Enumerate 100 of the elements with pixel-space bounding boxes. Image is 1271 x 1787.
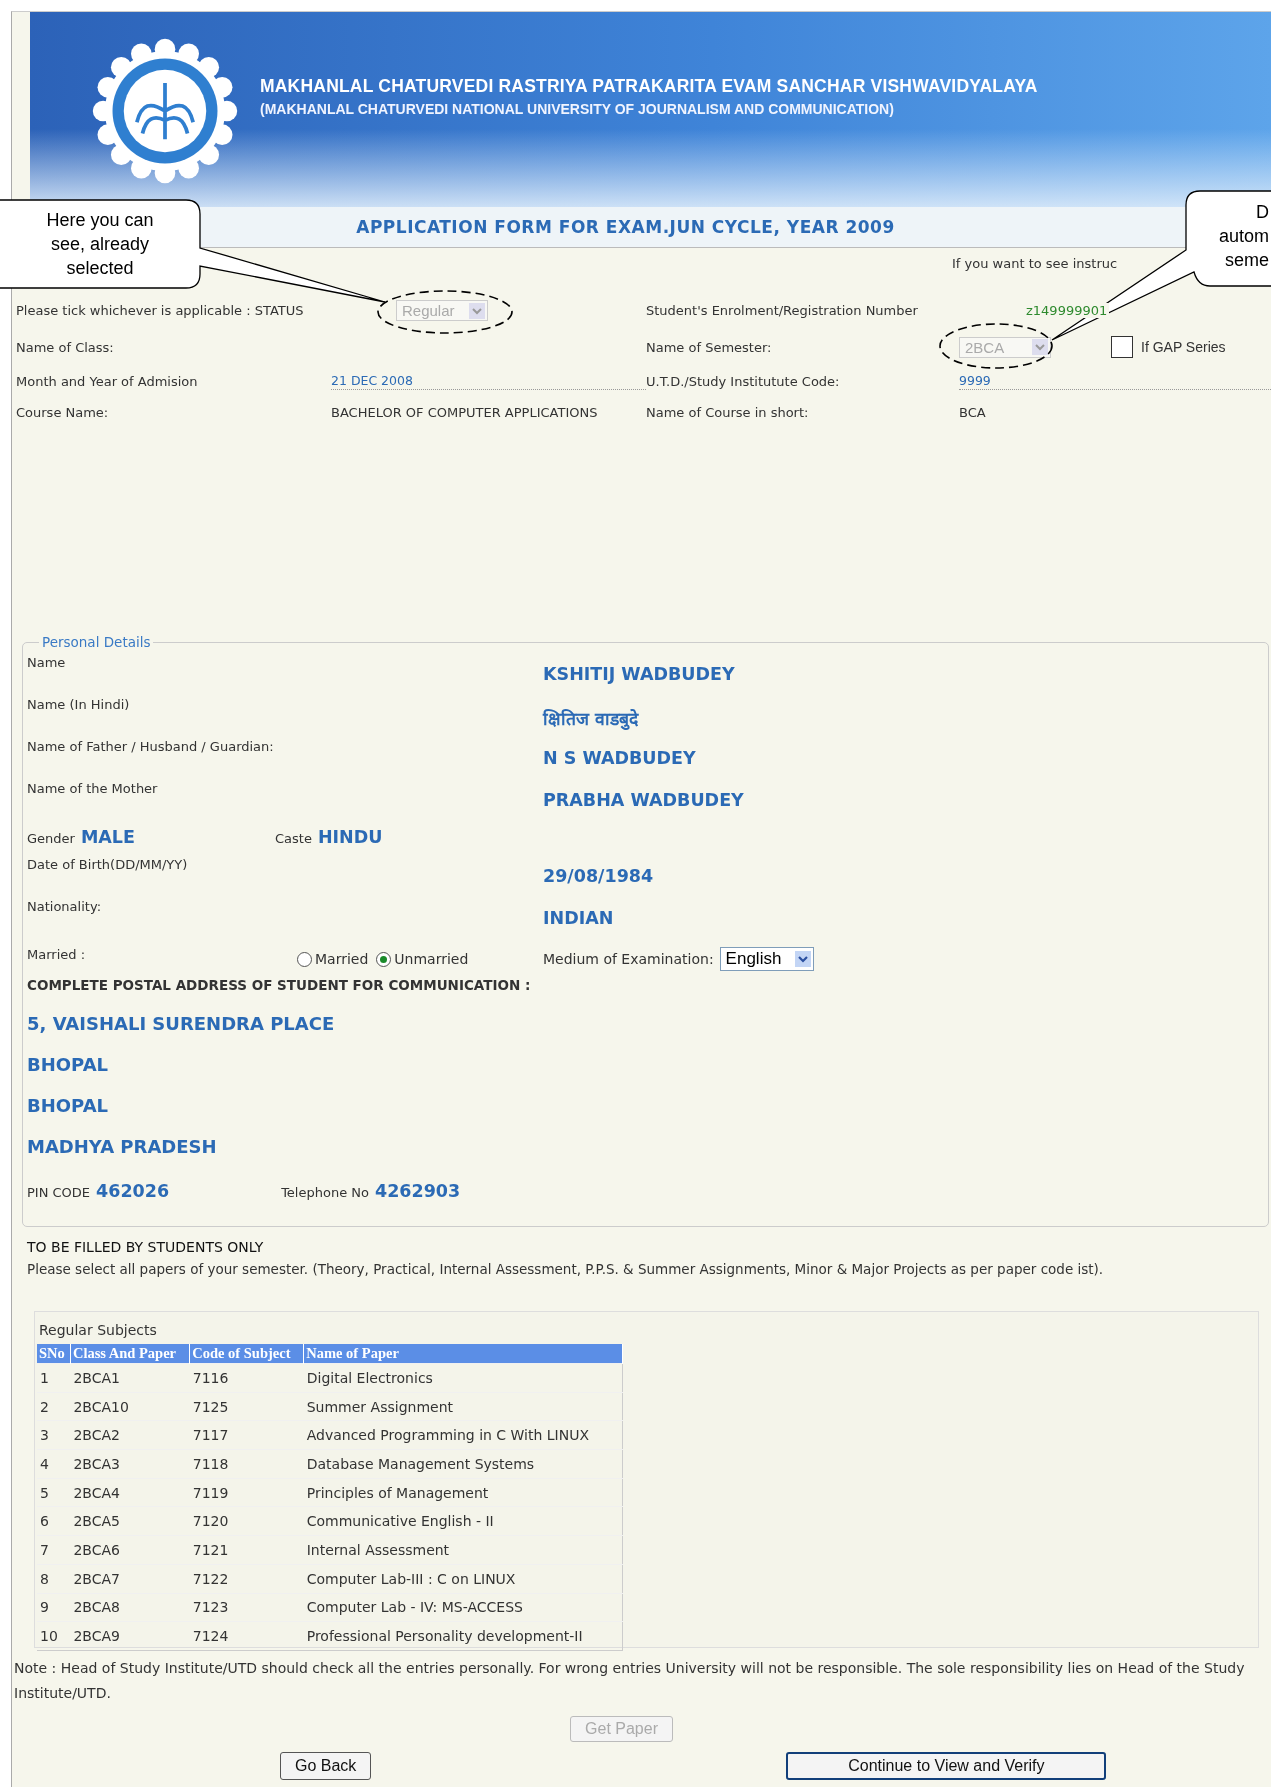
table-cell: 2BCA9 [70, 1621, 190, 1651]
table-cell: 10 [37, 1621, 71, 1651]
table-cell: 2 [37, 1392, 71, 1421]
married-status-radio[interactable]: Married [297, 951, 369, 967]
table-cell: Summer Assignment [303, 1392, 623, 1421]
note-text: Note : Head of Study Institute/UTD should check all the entries personally. For wrong entries University will not be responsible. The sole responsibility lies on Head of the Study Institute/UTD. [14, 1659, 1246, 1703]
telephone-label: Telephone No [281, 1185, 369, 1200]
gender-label: Gender [27, 831, 75, 846]
table-cell: 7118 [189, 1449, 304, 1479]
field-value: 29/08/1984 [543, 865, 655, 888]
caste-label: Caste [275, 831, 312, 846]
address-line: BHOPAL [27, 1054, 110, 1077]
form-title: APPLICATION FORM FOR EXAM.JUN CYCLE, YEAR 2009 [356, 217, 895, 237]
field-value: N S WADBUDEY [543, 747, 697, 770]
field-label: Month and Year of Admision [16, 374, 199, 389]
field-label: Date of Birth(DD/MM/YY) [27, 857, 189, 874]
table-cell: 7116 [189, 1363, 304, 1393]
table-cell: Internal Assessment [303, 1535, 623, 1565]
table-cell: 2BCA4 [70, 1478, 190, 1507]
table-cell: 2BCA2 [70, 1420, 190, 1450]
table-cell: 2BCA3 [70, 1449, 190, 1479]
panel-legend: Personal Details [39, 634, 154, 650]
table-cell: 6 [37, 1506, 71, 1536]
institute-code: 9999 [959, 373, 991, 388]
medium-select[interactable]: English [719, 947, 814, 971]
field-value: KSHITIJ WADBUDEY [543, 663, 736, 686]
married-status-radio[interactable]: Unmarried [376, 951, 469, 967]
caste-value: HINDU [317, 827, 383, 847]
course-short-name: BCA [959, 405, 987, 420]
table-cell: 2BCA6 [70, 1535, 190, 1565]
pin-code-label: PIN CODE [27, 1185, 91, 1200]
enrolment-number: z149999901 [1024, 303, 1110, 318]
table-cell: 7125 [189, 1392, 304, 1421]
field-label: Name [27, 655, 67, 672]
gap-series-checkbox[interactable] [1111, 336, 1133, 358]
table-cell: Computer Lab - IV: MS-ACCESS [303, 1593, 623, 1622]
table-cell: 3 [37, 1420, 71, 1450]
table-cell: 9 [37, 1593, 71, 1622]
field-label: Please tick whichever is applicable : STATUS [16, 303, 305, 318]
table-cell: 2BCA10 [70, 1392, 190, 1421]
address-heading: COMPLETE POSTAL ADDRESS OF STUDENT FOR COMMUNICATION : [27, 977, 532, 995]
table-cell: Computer Lab-III : C on LINUX [303, 1564, 623, 1593]
table-cell: 1 [37, 1363, 71, 1393]
gender-value: MALE [80, 827, 135, 847]
section-heading: TO BE FILLED BY STUDENTS ONLY [27, 1239, 265, 1255]
table-cell: 4 [37, 1449, 71, 1479]
table-cell: 7 [37, 1535, 71, 1565]
pin-code-value: 462026 [96, 1181, 170, 1201]
table-cell: 5 [37, 1478, 71, 1507]
address-line: 5, VAISHALI SURENDRA PLACE [27, 1013, 336, 1036]
instruction-text: Please select all papers of your semester. (Theory, Practical, Internal Assessment, P.P.S. & Summer Assignments, Minor & Major Projects as per paper code ist). [27, 1261, 1105, 1277]
address-line: BHOPAL [27, 1095, 110, 1118]
callout-text: D autom seme [1217, 201, 1269, 272]
table-cell: 8 [37, 1564, 71, 1593]
table-cell: 7117 [189, 1420, 304, 1450]
field-value: PRABHA WADBUDEY [543, 789, 745, 812]
course-name: BACHELOR OF COMPUTER APPLICATIONS [331, 405, 599, 420]
field-value: क्षितिज वाडबुदे [543, 708, 640, 732]
address-line: MADHYA PRADESH [27, 1136, 218, 1159]
field-label: Name of Semester: [646, 339, 773, 355]
go-back-button[interactable]: Go Back [280, 1752, 372, 1780]
field-label: Name (In Hindi) [27, 697, 131, 714]
field-label: Course Name: [16, 405, 110, 420]
field-label: Student's Enrolment/Registration Number [646, 303, 919, 318]
column-header: SNo [37, 1344, 71, 1364]
table-cell: 7121 [189, 1535, 304, 1565]
admission-date: 21 DEC 2008 [331, 373, 413, 388]
gap-series-label: If GAP Series [1141, 339, 1226, 355]
table-cell: Professional Personality development-II [303, 1621, 623, 1651]
university-logo-icon [90, 36, 240, 186]
telephone-value: 4262903 [375, 1181, 461, 1201]
table-cell: 2BCA7 [70, 1564, 190, 1593]
field-label: U.T.D./Study Institutute Code: [646, 374, 841, 389]
table-cell: 2BCA5 [70, 1506, 190, 1536]
instruction-link[interactable]: If you want to see instruc [952, 256, 1118, 271]
university-subtitle: (MAKHANLAL CHATURVEDI NATIONAL UNIVERSITY OF JOURNALISM AND COMMUNICATION) [260, 101, 895, 117]
table-cell: 7124 [189, 1621, 304, 1651]
field-label: Name of the Mother [27, 781, 159, 798]
table-cell: Communicative English - II [303, 1506, 623, 1536]
table-caption: Regular Subjects [39, 1322, 158, 1338]
column-header: Name of Paper [303, 1344, 623, 1364]
medium-label: Medium of Examination: [543, 951, 714, 967]
table-cell: 7120 [189, 1506, 304, 1536]
table-cell: Principles of Management [303, 1478, 623, 1507]
field-label: Name of Class: [16, 339, 115, 355]
field-label: Nationality: [27, 899, 102, 916]
table-cell: 2BCA8 [70, 1593, 190, 1622]
callout-text: Here you can see, already selected [45, 209, 155, 280]
field-label: Name of Course in short: [646, 405, 810, 420]
table-cell: 7119 [189, 1478, 304, 1507]
university-name: MAKHANLAL CHATURVEDI RASTRIYA PATRAKARITA EVAM SANCHAR VISHWAVIDYALAYA [260, 76, 1038, 97]
table-cell: 2BCA1 [70, 1363, 190, 1393]
column-header: Code of Subject [189, 1344, 304, 1364]
table-cell: Database Management Systems [303, 1449, 623, 1479]
continue-button[interactable]: Continue to View and Verify [786, 1752, 1107, 1780]
field-value: INDIAN [543, 907, 615, 930]
table-cell: 7122 [189, 1564, 304, 1593]
field-label: Name of Father / Husband / Guardian: [27, 739, 275, 756]
table-cell: Advanced Programming in C With LINUX [303, 1420, 623, 1450]
table-cell: Digital Electronics [303, 1363, 623, 1393]
